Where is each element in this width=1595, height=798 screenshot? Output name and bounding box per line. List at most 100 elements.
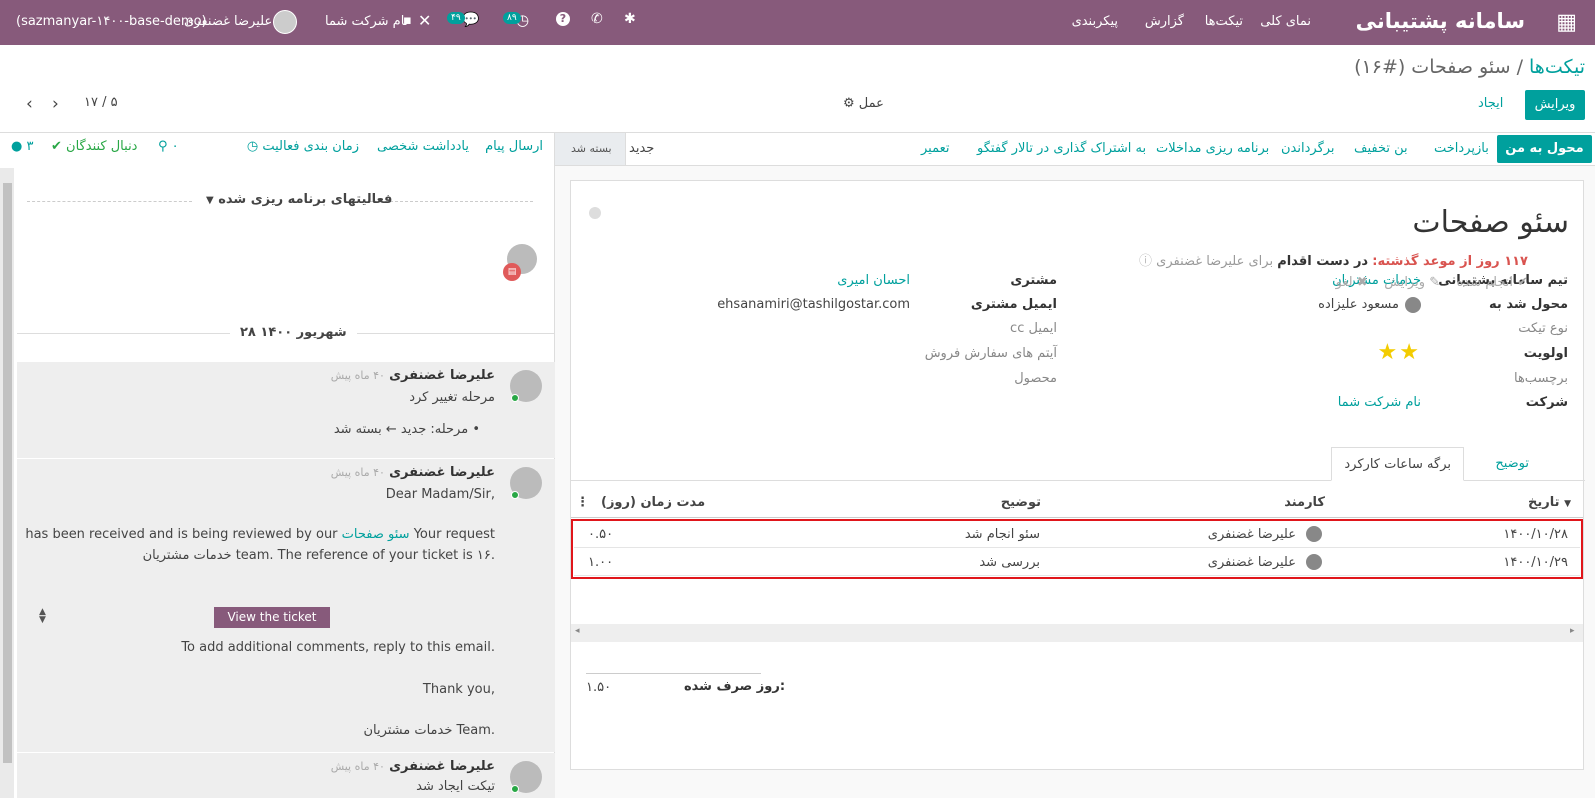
menu-configuration[interactable]: پیکربندی xyxy=(1072,14,1118,29)
activity-actions: ✔ انجام شده ✎ ویرایش ✖ لغو xyxy=(1336,275,1528,290)
total-label: روز صرف شده: xyxy=(684,679,786,694)
plan-intervention-button[interactable]: برنامه ریزی مداخلات xyxy=(1156,133,1269,165)
activity-type-icon: ▤ xyxy=(503,263,521,281)
tab-timesheets[interactable]: برگه ساعات کارکرد xyxy=(1331,447,1464,481)
email-ticket-link[interactable]: سئو صفحات xyxy=(342,527,410,542)
create-button[interactable]: ایجاد xyxy=(1478,96,1503,111)
table-row[interactable]: ۰.۵۰ سئو انجام شد علیرضا غضنفری ۱۴۰۰/۱۰/… xyxy=(574,521,1580,548)
total-separator xyxy=(586,673,761,674)
customer-value[interactable]: احسان امیری xyxy=(837,273,910,288)
expand-icon[interactable]: ▲ ▼ xyxy=(39,608,46,625)
info-icon[interactable]: ⓘ xyxy=(1139,254,1152,269)
message-author[interactable]: علیرضا غضنفری xyxy=(389,465,495,480)
pager-value[interactable]: ۱۷ / ۵ xyxy=(84,95,118,110)
ticket-title: سئو صفحات xyxy=(1412,205,1569,240)
row-employee[interactable]: علیرضا غضنفری xyxy=(1208,555,1296,570)
row-description[interactable]: سئو انجام شد xyxy=(965,527,1040,542)
scroll-left-icon[interactable]: ◂ xyxy=(575,626,580,636)
tools-icon[interactable]: ✕ xyxy=(418,11,431,30)
edit-button[interactable]: ویرایش xyxy=(1525,90,1585,120)
row-duration[interactable]: ۰.۵۰ xyxy=(588,527,613,542)
breadcrumb-parent[interactable]: تیکت‌ها xyxy=(1529,56,1585,78)
row-date[interactable]: ۱۴۰۰/۱۰/۲۹ xyxy=(1503,555,1568,570)
message-author[interactable]: علیرضا غضنفری xyxy=(389,759,495,774)
company-value[interactable]: نام شرکت شما xyxy=(1338,395,1421,410)
view-ticket-button[interactable]: View the ticket xyxy=(214,607,330,628)
menu-overview[interactable]: نمای کلی xyxy=(1260,14,1311,29)
priority-stars[interactable]: ★★ xyxy=(1378,340,1421,365)
activity-type: در دست اقدام xyxy=(1277,254,1369,269)
customer-email-value[interactable]: ehsanamiri@tashilgostar.com xyxy=(717,297,910,312)
col-duration[interactable]: مدت زمان (روز) xyxy=(601,495,705,510)
attachments-button[interactable]: ⚲ ۰ xyxy=(158,139,179,154)
email-line-2: has been received and is being reviewed … xyxy=(25,527,495,542)
db-name: (sazmanyar-۱۴۰۰-base-demo) xyxy=(16,14,207,29)
pager-prev-icon[interactable]: ‹ xyxy=(26,94,33,114)
edit-label: ویرایش xyxy=(1384,275,1426,290)
row-date[interactable]: ۱۴۰۰/۱۰/۲۸ xyxy=(1503,527,1568,542)
refund-button[interactable]: بازپرداخت xyxy=(1434,133,1489,165)
times-icon: ✖ xyxy=(1356,275,1368,290)
share-forum-button[interactable]: به اشتراک گذاری در تالار گفتگو xyxy=(977,133,1146,165)
apps-menu-icon[interactable]: ▦ xyxy=(1556,10,1577,35)
control-panel: تیکت‌ها / سئو صفحات (#۱۶) ویرایش ایجاد ⚙… xyxy=(0,45,1595,133)
stage-new[interactable]: جدید xyxy=(625,133,670,165)
table-row[interactable]: ۱.۰۰ بررسی شد علیرضا غضنفری ۱۴۰۰/۱۰/۲۹ xyxy=(574,549,1580,576)
col-date[interactable]: تاریخ ▼ xyxy=(1528,495,1571,510)
breadcrumb-current: سئو صفحات (#۱۶) xyxy=(1354,56,1511,78)
activity-cancel-button[interactable]: ✖ لغو xyxy=(1336,275,1368,290)
activity-summary: ۱۱۷ روز از موعد گذشته: در دست اقدام برای… xyxy=(1139,250,1528,269)
activity-for: برای علیرضا غضنفری xyxy=(1156,254,1274,269)
followers-count: ۳ xyxy=(26,139,34,154)
pager-next-icon[interactable]: › xyxy=(52,94,59,114)
phone-icon[interactable]: ✆ xyxy=(591,11,603,27)
sort-down-icon: ▼ xyxy=(1564,499,1571,509)
planned-activities-toggle[interactable]: ▼ فعالیتهای برنامه ریزی شده xyxy=(206,192,392,207)
message-header: علیرضا غضنفری ۴۰ ماه پیش xyxy=(331,465,495,480)
activity-done-button[interactable]: ✔ انجام شده xyxy=(1457,275,1528,290)
user-avatar[interactable] xyxy=(273,10,297,34)
follow-button[interactable]: ✔ دنبال کنندگان xyxy=(51,139,137,154)
message-author[interactable]: علیرضا غضنفری xyxy=(389,368,495,383)
building-icon: ▪ xyxy=(403,13,412,28)
bug-icon[interactable]: ✱ xyxy=(624,11,636,27)
row-description[interactable]: بررسی شد xyxy=(979,555,1040,570)
scroll-right-icon[interactable]: ▸ xyxy=(1570,626,1575,636)
assigned-value[interactable]: مسعود علیزاده xyxy=(1318,297,1399,312)
kanban-state-icon[interactable] xyxy=(589,207,601,219)
company-label: شرکت xyxy=(1525,395,1568,410)
col-description[interactable]: توضیح xyxy=(1001,495,1041,510)
email-line-5: Thank you, xyxy=(422,682,495,697)
assign-to-me-button[interactable]: محول به من xyxy=(1497,135,1592,163)
row-duration[interactable]: ۱.۰۰ xyxy=(588,555,613,570)
message-time: ۴۰ ماه پیش xyxy=(330,760,385,773)
stage-closed[interactable]: بسته شد xyxy=(555,133,625,165)
col-employee[interactable]: کارمند xyxy=(1284,495,1325,510)
app-name[interactable]: سامانه پشتیبانی xyxy=(1356,9,1525,33)
row-employee[interactable]: علیرضا غضنفری xyxy=(1208,527,1296,542)
scrollbar-thumb[interactable] xyxy=(3,183,12,763)
col-options-icon[interactable]: ⋮ xyxy=(576,495,589,510)
table-footer xyxy=(571,624,1583,642)
help-icon[interactable]: ? xyxy=(556,12,570,26)
tab-description[interactable]: توضیح xyxy=(1485,447,1539,480)
user-name[interactable]: علیرضا غضنفری xyxy=(184,14,272,29)
schedule-activity-button[interactable]: ◷ زمان بندی فعالیت xyxy=(247,139,359,154)
activity-edit-button[interactable]: ✎ ویرایش xyxy=(1384,275,1440,290)
menu-reporting[interactable]: گزارش xyxy=(1145,14,1184,29)
tracking-value: • مرحله: جدید ← بسته شد xyxy=(333,422,480,437)
menu-tickets[interactable]: تیکت‌ها xyxy=(1205,14,1243,29)
followers-button[interactable]: ● ۳ xyxy=(11,139,33,154)
breadcrumb-separator: / xyxy=(1516,56,1523,78)
chatter-scrollbar[interactable] xyxy=(0,168,14,798)
coupon-button[interactable]: بن تخفیف xyxy=(1354,133,1408,165)
ticket-type-label: نوع تیکت xyxy=(1518,321,1568,336)
log-note-button[interactable]: یادداشت شخصی xyxy=(377,139,469,154)
schedule-label: زمان بندی فعالیت xyxy=(262,139,359,154)
company-name[interactable]: نام شرکت شما xyxy=(325,14,408,29)
chatter-topbar: ارسال پیام یادداشت شخصی ◷ زمان بندی فعال… xyxy=(0,133,554,159)
repair-button[interactable]: تعمیر xyxy=(921,133,950,165)
return-button[interactable]: برگرداندن xyxy=(1281,133,1335,165)
action-menu[interactable]: ⚙ عمل xyxy=(843,96,884,111)
send-message-button[interactable]: ارسال پیام xyxy=(485,139,543,154)
